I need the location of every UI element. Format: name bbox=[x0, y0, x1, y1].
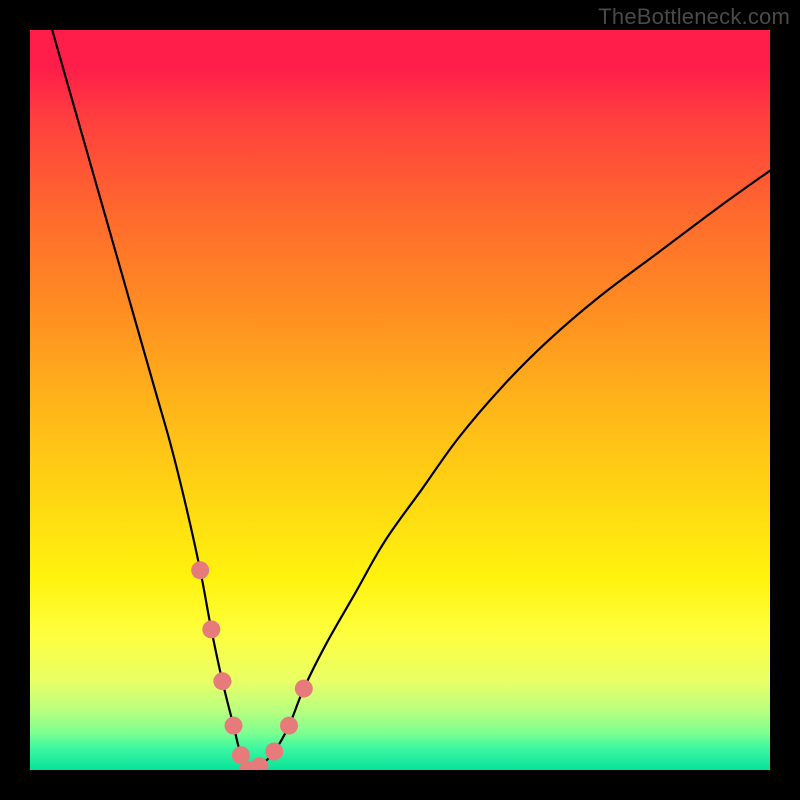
curve-marker bbox=[250, 757, 268, 770]
curve-marker bbox=[280, 717, 298, 735]
bottleneck-curve bbox=[52, 30, 770, 770]
curve-marker bbox=[295, 680, 313, 698]
plot-area bbox=[30, 30, 770, 770]
curve-marker bbox=[191, 561, 209, 579]
curve-layer bbox=[30, 30, 770, 770]
curve-markers bbox=[191, 561, 313, 770]
chart-frame: TheBottleneck.com bbox=[0, 0, 800, 800]
curve-marker bbox=[265, 743, 283, 761]
curve-marker bbox=[225, 717, 243, 735]
watermark-text: TheBottleneck.com bbox=[598, 4, 790, 30]
curve-marker bbox=[202, 620, 220, 638]
curve-marker bbox=[213, 672, 231, 690]
